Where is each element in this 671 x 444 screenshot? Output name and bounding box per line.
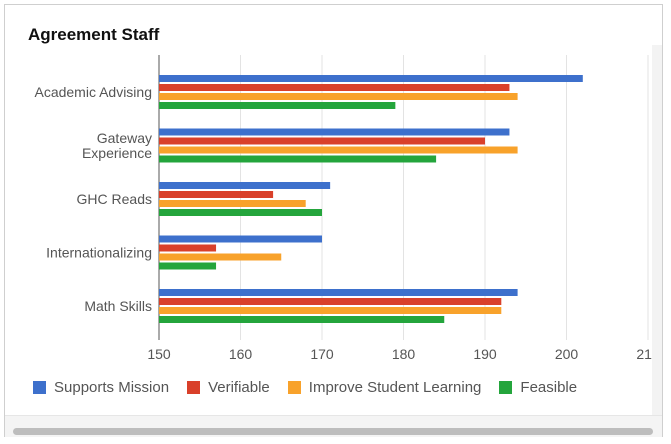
bar[interactable]: [159, 262, 217, 270]
horizontal-scrollbar-thumb[interactable]: [13, 428, 653, 435]
legend-label: Feasible: [520, 379, 578, 396]
category-label: Internationalizing: [46, 245, 152, 261]
bar-chart: Academic Advising Gateway Experience GHC Re…: [34, 55, 660, 362]
bar[interactable]: [159, 182, 331, 189]
x-tick-label: 180: [392, 346, 416, 362]
bar[interactable]: [159, 84, 510, 91]
bar[interactable]: [159, 235, 322, 243]
bar[interactable]: [159, 209, 322, 216]
bar[interactable]: [159, 155, 437, 163]
legend-swatch: [187, 381, 201, 394]
bar[interactable]: [159, 75, 583, 82]
legend-item[interactable]: Supports Mission: [33, 379, 169, 396]
category-label: Academic Advising: [34, 84, 152, 100]
bar[interactable]: [159, 128, 510, 136]
bar[interactable]: [159, 200, 306, 207]
bar[interactable]: [159, 307, 502, 314]
legend-item[interactable]: Improve Student Learning: [287, 379, 482, 396]
category-label: Math Skills: [84, 298, 152, 314]
bar[interactable]: [159, 298, 502, 305]
legend-item[interactable]: Verifiable: [187, 379, 270, 396]
category-label: GHC Reads: [77, 191, 152, 207]
x-tick-label: 190: [473, 346, 497, 362]
category-label: Gateway Experience: [82, 130, 152, 161]
legend-label: Verifiable: [208, 379, 270, 396]
legend-swatch: [499, 381, 513, 394]
legend-swatch: [287, 381, 301, 394]
bar[interactable]: [159, 102, 396, 109]
chart-legend: Supports Mission Verifiable Improve Studen…: [5, 379, 595, 396]
bar[interactable]: [159, 244, 217, 252]
x-tick-label: 150: [147, 346, 171, 362]
category-labels: Academic Advising Gateway Experience GHC Re…: [34, 84, 152, 314]
legend-item[interactable]: Feasible: [499, 379, 577, 396]
panel-edge: [652, 45, 662, 415]
x-tick-label: 160: [229, 346, 253, 362]
bar[interactable]: [159, 146, 518, 154]
bar[interactable]: [159, 316, 445, 323]
horizontal-scrollbar-track[interactable]: [5, 415, 662, 437]
bar[interactable]: [159, 137, 485, 145]
bar-layer: [159, 75, 583, 323]
legend-swatch: [33, 381, 46, 394]
x-tick-labels: 150 160 170 180 190 200 210: [147, 346, 660, 362]
x-tick-label: 170: [310, 346, 334, 362]
legend-label: Supports Mission: [54, 379, 170, 396]
bar[interactable]: [159, 191, 274, 198]
legend-label: Improve Student Learning: [308, 379, 482, 396]
bar[interactable]: [159, 289, 518, 296]
x-tick-label: 200: [555, 346, 579, 362]
bar[interactable]: [159, 253, 282, 261]
bar[interactable]: [159, 93, 518, 100]
chart-panel: Agreement Staff Academic Advising Gateway…: [4, 4, 663, 437]
